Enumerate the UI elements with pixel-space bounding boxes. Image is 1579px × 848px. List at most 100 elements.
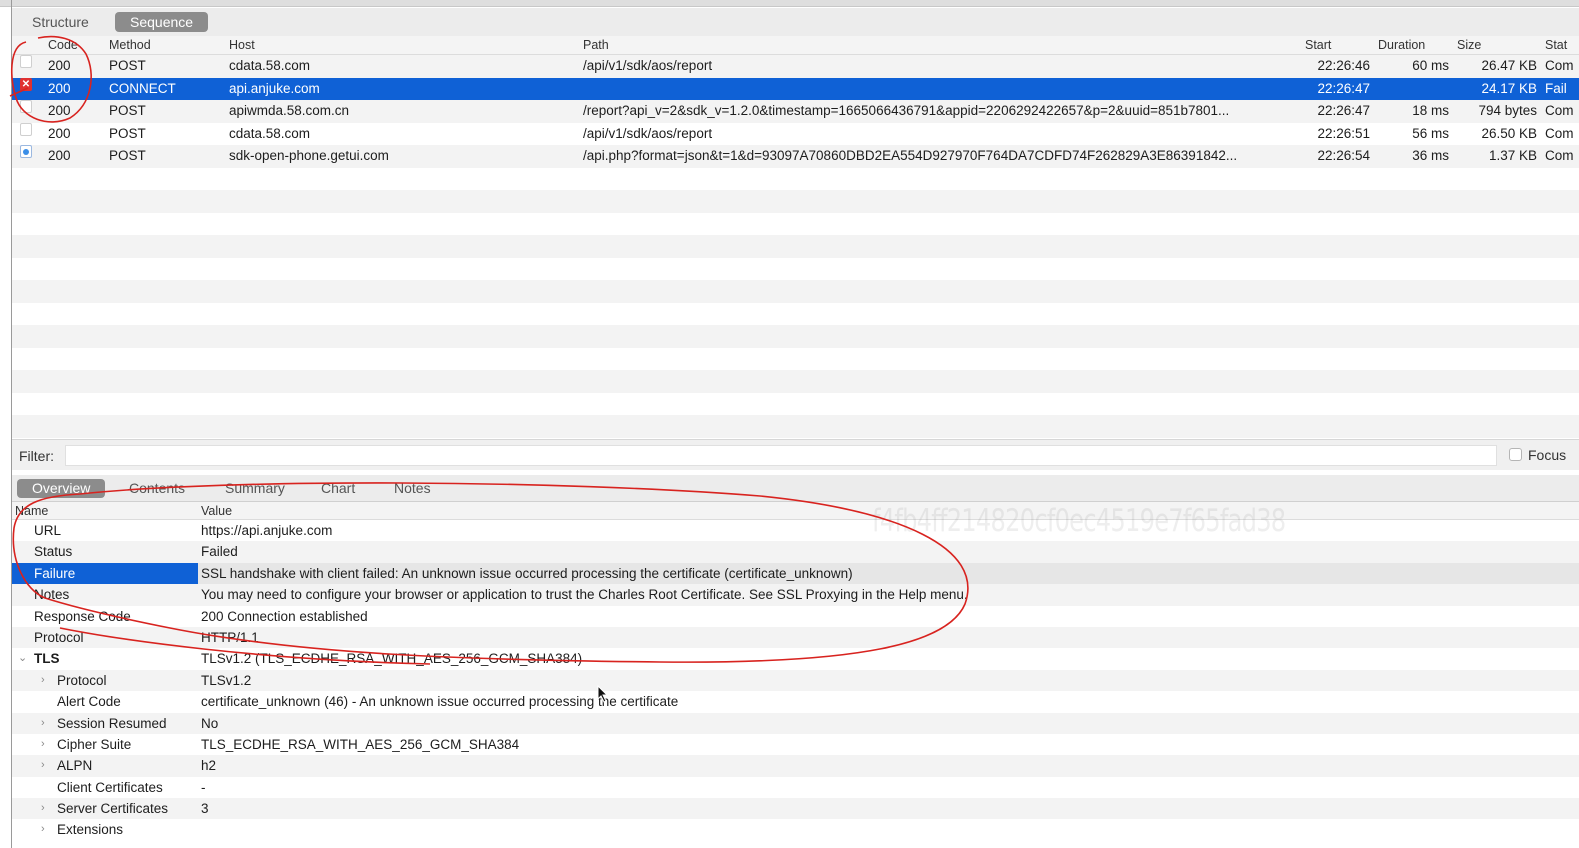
col-duration-header[interactable]: Duration <box>1378 38 1425 52</box>
overview-name: Protocol <box>34 629 84 645</box>
sequence-row[interactable]: 200 POST cdata.58.com/api/v1/sdk/aos/repor… <box>12 55 1579 78</box>
overview-name: Server Certificates <box>57 801 169 817</box>
col-status-header[interactable]: Stat <box>1545 38 1567 52</box>
overview-row[interactable]: › Server Certificates 3 <box>12 798 1579 820</box>
overview-name-cell: › Session Resumed <box>12 713 198 734</box>
sequence-row[interactable]: ✕ 200 CONNECT api.anjuke.com 22:26:47 24.17 K… <box>12 77 1579 100</box>
sequence-row[interactable]: 200 POST apiwmda.58.com.cn/report?api_v=2&… <box>12 100 1579 123</box>
tab-contents[interactable]: Contents <box>114 479 200 498</box>
overview-row[interactable]: Failure SSL handshake with client failed:… <box>12 562 1579 585</box>
focus-checkbox[interactable] <box>1509 448 1522 461</box>
cell-method: CONNECT <box>109 80 176 96</box>
overview-name-cell: URL <box>12 520 198 541</box>
tab-summary[interactable]: Summary <box>210 479 300 498</box>
overview-name-cell: › ALPN <box>12 755 198 776</box>
cell-code: 200 <box>48 125 71 141</box>
cell-host: sdk-open-phone.getui.com <box>229 148 389 163</box>
tab-overview[interactable]: Overview <box>17 479 106 498</box>
overview-row[interactable]: URL https://api.anjuke.com <box>12 520 1579 541</box>
overview-value: SSL handshake with client failed: An unk… <box>201 565 853 581</box>
col-size-header[interactable]: Size <box>1457 38 1481 52</box>
sequence-table: Code Method Host Path Start Duration Siz… <box>12 36 1579 438</box>
cell-duration: 56 ms <box>1412 125 1449 141</box>
cell-size: 1.37 KB <box>1488 148 1537 163</box>
overview-row[interactable]: Response Code 200 Connection established <box>12 606 1579 627</box>
chevron-right-icon[interactable]: › <box>41 734 45 755</box>
cell-status: Com <box>1545 125 1574 141</box>
tab-notes[interactable]: Notes <box>379 479 446 498</box>
tab-structure[interactable]: Structure <box>17 12 104 32</box>
filter-input[interactable] <box>65 445 1497 466</box>
overview-row[interactable]: › Extensions <box>12 819 1579 840</box>
col-start-header[interactable]: Start <box>1305 38 1331 52</box>
col-value-header[interactable]: Value <box>201 504 232 518</box>
col-path-header[interactable]: Path <box>583 38 609 52</box>
cell-status: Com <box>1545 103 1574 118</box>
overview-row[interactable]: › ALPN h2 <box>12 755 1579 777</box>
overview-row[interactable]: Protocol HTTP/1.1 <box>12 626 1579 649</box>
col-name-header[interactable]: Name <box>15 504 48 518</box>
overview-row[interactable]: Client Certificates - <box>12 777 1579 798</box>
overview-table-header: Name Value <box>12 502 1579 520</box>
cell-start: 22:26:54 <box>1317 148 1370 163</box>
sequence-row[interactable]: 200 POST sdk-open-phone.getui.com/api.php?… <box>12 145 1579 168</box>
overview-name: Client Certificates <box>57 779 163 795</box>
empty-row <box>12 235 1579 258</box>
cell-size: 794 bytes <box>1478 103 1537 118</box>
tab-chart[interactable]: Chart <box>306 479 370 498</box>
cell-code: 200 <box>48 58 71 73</box>
overview-table-body: URL https://api.anjuke.com Status Failed Fai… <box>12 520 1579 841</box>
overview-value: TLS_ECDHE_RSA_WITH_AES_256_GCM_SHA384 <box>201 736 520 752</box>
chevron-down-icon[interactable]: ⌄ <box>18 648 27 669</box>
chevron-right-icon[interactable]: › <box>41 819 45 840</box>
cell-status: Com <box>1545 148 1574 163</box>
chevron-right-icon[interactable]: › <box>41 713 45 734</box>
overview-value: TLSv1.2 (TLS_ECDHE_RSA_WITH_AES_256_GCM_… <box>201 651 583 667</box>
cell-path: /api.php?format=json&t=1&d=93097A70860DB… <box>583 148 1238 163</box>
overview-value: You may need to configure your browser o… <box>201 587 968 603</box>
blank-doc-icon <box>20 100 32 113</box>
col-host-header[interactable]: Host <box>229 38 255 52</box>
focus-label: Focus <box>1528 447 1567 463</box>
cell-size: 24.17 KB <box>1481 80 1537 96</box>
overview-value: 3 <box>201 801 209 817</box>
cell-code: 200 <box>48 103 71 118</box>
cell-method: POST <box>109 58 146 73</box>
overview-value: No <box>201 715 219 731</box>
cell-size: 26.50 KB <box>1481 125 1537 141</box>
cell-status: Com <box>1545 58 1574 73</box>
overview-value: Failed <box>201 544 238 560</box>
overview-row[interactable]: ⌄ TLS TLSv1.2 (TLS_ECDHE_RSA_WITH_AES_256_… <box>12 648 1579 669</box>
cell-start: 22:26:47 <box>1317 80 1370 96</box>
overview-row[interactable]: Alert Code certificate_unknown (46) - An … <box>12 691 1579 712</box>
overview-row[interactable]: Status Failed <box>12 541 1579 563</box>
overview-name-cell: › Protocol <box>12 670 198 691</box>
overview-name: Cipher Suite <box>57 736 132 752</box>
overview-name-cell: Status <box>12 541 198 562</box>
chevron-right-icon[interactable]: › <box>41 798 45 819</box>
cell-path: /api/v1/sdk/aos/report <box>583 125 713 141</box>
empty-row <box>12 280 1579 303</box>
overview-row[interactable]: › Cipher Suite TLS_ECDHE_RSA_WITH_AES_256_… <box>12 734 1579 755</box>
col-method-header[interactable]: Method <box>109 38 151 52</box>
cell-path: /report?api_v=2&sdk_v=1.2.0&timestamp=16… <box>583 103 1230 118</box>
overview-name-cell: Client Certificates <box>12 777 198 798</box>
overview-name-cell: › Server Certificates <box>12 798 198 819</box>
overview-row[interactable]: › Session Resumed No <box>12 712 1579 734</box>
sequence-table-header: Code Method Host Path Start Duration Siz… <box>12 36 1579 55</box>
overview-row[interactable]: Notes You may need to configure your brow… <box>12 584 1579 606</box>
cell-method: POST <box>109 125 146 141</box>
col-code-header[interactable]: Code <box>48 38 78 52</box>
overview-name-cell: Response Code <box>12 606 198 627</box>
empty-row <box>12 303 1579 326</box>
overview-row[interactable]: › Protocol TLSv1.2 <box>12 669 1579 692</box>
overview-name: Alert Code <box>57 694 121 710</box>
tab-sequence[interactable]: Sequence <box>115 12 209 32</box>
cell-host: cdata.58.com <box>229 58 311 73</box>
cell-duration: 18 ms <box>1412 103 1449 118</box>
sequence-row[interactable]: 200 POST cdata.58.com/api/v1/sdk/aos/repor… <box>12 122 1579 146</box>
error-icon: ✕ <box>20 77 32 91</box>
chevron-right-icon[interactable]: › <box>41 755 45 776</box>
title-bar-strip <box>0 0 1579 7</box>
chevron-right-icon[interactable]: › <box>41 670 45 691</box>
